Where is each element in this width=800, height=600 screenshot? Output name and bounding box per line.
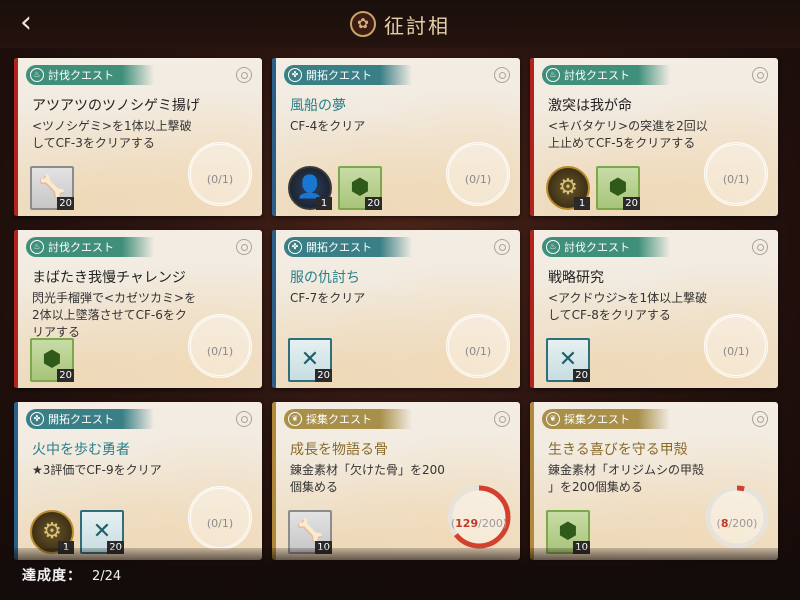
search-icon[interactable] xyxy=(752,67,768,83)
quest-tag: ♨ 討伐クエスト xyxy=(26,237,154,257)
quest-title: 生きる喜びを守る甲殻 xyxy=(548,442,688,458)
teal-fang-icon: ✕ xyxy=(92,519,112,544)
quest-tag: ♨ 討伐クエスト xyxy=(26,65,154,85)
quest-description: ★3評価でCF-9をクリア xyxy=(32,463,162,477)
quest-title: 風船の夢 xyxy=(290,98,346,114)
bone-icon: 🦴 xyxy=(38,175,66,200)
flame-icon: ♨ xyxy=(546,68,560,82)
armor-gear-icon: ⚙ xyxy=(558,175,578,200)
reward-item[interactable]: ⬢ 20 xyxy=(596,166,640,210)
quest-card[interactable]: ♨ 討伐クエスト アツアツのツノシゲミ揚げ <ツノシゲミ>を1体以上撃破 してC… xyxy=(14,58,262,216)
quest-title: 服の仇討ち xyxy=(290,270,360,286)
quest-progress: (0/1) xyxy=(206,517,234,530)
reward-list: ⚙ 1 ⬢ 20 xyxy=(546,166,640,210)
quest-title: 成長を物語る骨 xyxy=(290,442,388,458)
quest-description: CF-7をクリア xyxy=(290,291,366,305)
search-icon[interactable] xyxy=(752,411,768,427)
leaf-icon: ❦ xyxy=(288,412,302,426)
bottom-bar: 達成度： 2/24 xyxy=(0,548,800,600)
quest-tag: ♨ 討伐クエスト xyxy=(542,237,670,257)
quest-card[interactable]: ❦ 採集クエスト 成長を物語る骨 錬金素材「欠けた骨」を200 個集める 🦴 1… xyxy=(272,402,520,560)
quest-card[interactable]: ♨ 討伐クエスト 激突は我が命 <キバタケリ>の突進を2回以 上止めてCF-5を… xyxy=(530,58,778,216)
emblem-icon: ✿ xyxy=(350,11,376,37)
teal-fang-icon: ✕ xyxy=(558,347,578,372)
reward-list: ⬢ 20 xyxy=(30,338,74,382)
quest-tag: ❦ 採集クエスト xyxy=(542,409,670,429)
quest-description: CF-4をクリア xyxy=(290,119,366,133)
leaf-icon: ❦ xyxy=(546,412,560,426)
reward-item[interactable]: 🦴 20 xyxy=(30,166,74,210)
teal-fang-icon: ✕ xyxy=(300,347,320,372)
hexagon-crystal-icon: ⬢ xyxy=(350,175,370,200)
reward-list: ✕ 20 xyxy=(288,338,332,382)
hexagon-crystal-icon: ⬢ xyxy=(608,175,628,200)
title-area: ✿ 征討相 xyxy=(0,0,800,48)
quest-tag: ✤ 開拓クエスト xyxy=(284,237,412,257)
reward-item[interactable]: ⬢ 20 xyxy=(338,166,382,210)
reward-list: ✕ 20 xyxy=(546,338,590,382)
quest-title: 激突は我が命 xyxy=(548,98,632,114)
quest-title: アツアツのツノシゲミ揚げ xyxy=(32,98,200,114)
bone-icon: 🦴 xyxy=(296,519,324,544)
reward-list: 🦴 20 xyxy=(30,166,74,210)
reward-item[interactable]: ⬢ 20 xyxy=(30,338,74,382)
quest-progress: (0/1) xyxy=(206,345,234,358)
flame-icon: ♨ xyxy=(30,68,44,82)
character-portrait-icon: 👤 xyxy=(296,175,324,200)
achievement-value: 2/24 xyxy=(92,569,122,584)
quest-card[interactable]: ✤ 開拓クエスト 風船の夢 CF-4をクリア 👤 1 ⬢ 20 (0/1) xyxy=(272,58,520,216)
clover-icon: ✤ xyxy=(30,412,44,426)
reward-item[interactable]: ✕ 20 xyxy=(546,338,590,382)
reward-item[interactable]: ⚙ 1 xyxy=(546,166,590,210)
reward-item[interactable]: ✕ 20 xyxy=(288,338,332,382)
hexagon-crystal-icon: ⬢ xyxy=(558,519,578,544)
reward-item[interactable]: 👤 1 xyxy=(288,166,332,210)
flame-icon: ♨ xyxy=(30,240,44,254)
quest-progress: (0/1) xyxy=(206,173,234,186)
quest-tag: ❦ 採集クエスト xyxy=(284,409,412,429)
armor-gear-icon: ⚙ xyxy=(42,519,62,544)
search-icon[interactable] xyxy=(236,239,252,255)
quest-progress: (0/1) xyxy=(464,173,492,186)
reward-list: 👤 1 ⬢ 20 xyxy=(288,166,382,210)
quest-progress: (0/1) xyxy=(722,345,750,358)
search-icon[interactable] xyxy=(236,411,252,427)
search-icon[interactable] xyxy=(494,411,510,427)
quest-card[interactable]: ❦ 採集クエスト 生きる喜びを守る甲殻 錬金素材「オリジムシの甲殻 」を200個… xyxy=(530,402,778,560)
quest-tag: ♨ 討伐クエスト xyxy=(542,65,670,85)
quest-card[interactable]: ♨ 討伐クエスト 戦略研究 <アクドウジ>を1体以上撃破 してCF-8をクリアす… xyxy=(530,230,778,388)
achievement-label: 達成度： xyxy=(22,568,82,584)
page-title: 征討相 xyxy=(384,13,450,38)
quest-progress: (0/1) xyxy=(464,345,492,358)
quest-tag: ✤ 開拓クエスト xyxy=(26,409,154,429)
search-icon[interactable] xyxy=(494,239,510,255)
hexagon-crystal-icon: ⬢ xyxy=(42,347,62,372)
search-icon[interactable] xyxy=(752,239,768,255)
clover-icon: ✤ xyxy=(288,68,302,82)
flame-icon: ♨ xyxy=(546,240,560,254)
quest-grid: ♨ 討伐クエスト アツアツのツノシゲミ揚げ <ツノシゲミ>を1体以上撃破 してC… xyxy=(14,58,778,560)
quest-tag: ✤ 開拓クエスト xyxy=(284,65,412,85)
quest-title: 戦略研究 xyxy=(548,270,604,286)
quest-card[interactable]: ♨ 討伐クエスト まばたき我慢チャレンジ 閃光手榴弾で<カゼツカミ>を 2体以上… xyxy=(14,230,262,388)
quest-progress: (8/200) xyxy=(716,517,758,530)
quest-progress: (0/1) xyxy=(722,173,750,186)
clover-icon: ✤ xyxy=(288,240,302,254)
search-icon[interactable] xyxy=(494,67,510,83)
search-icon[interactable] xyxy=(236,67,252,83)
quest-progress: (129/200) xyxy=(450,517,508,530)
quest-card[interactable]: ✤ 開拓クエスト 服の仇討ち CF-7をクリア ✕ 20 (0/1) xyxy=(272,230,520,388)
quest-card[interactable]: ✤ 開拓クエスト 火中を歩む勇者 ★3評価でCF-9をクリア ⚙ 1 ✕ 20 … xyxy=(14,402,262,560)
quest-title: 火中を歩む勇者 xyxy=(32,442,130,458)
top-bar: ‹ ✿ 征討相 xyxy=(0,0,800,48)
quest-title: まばたき我慢チャレンジ xyxy=(32,270,186,286)
